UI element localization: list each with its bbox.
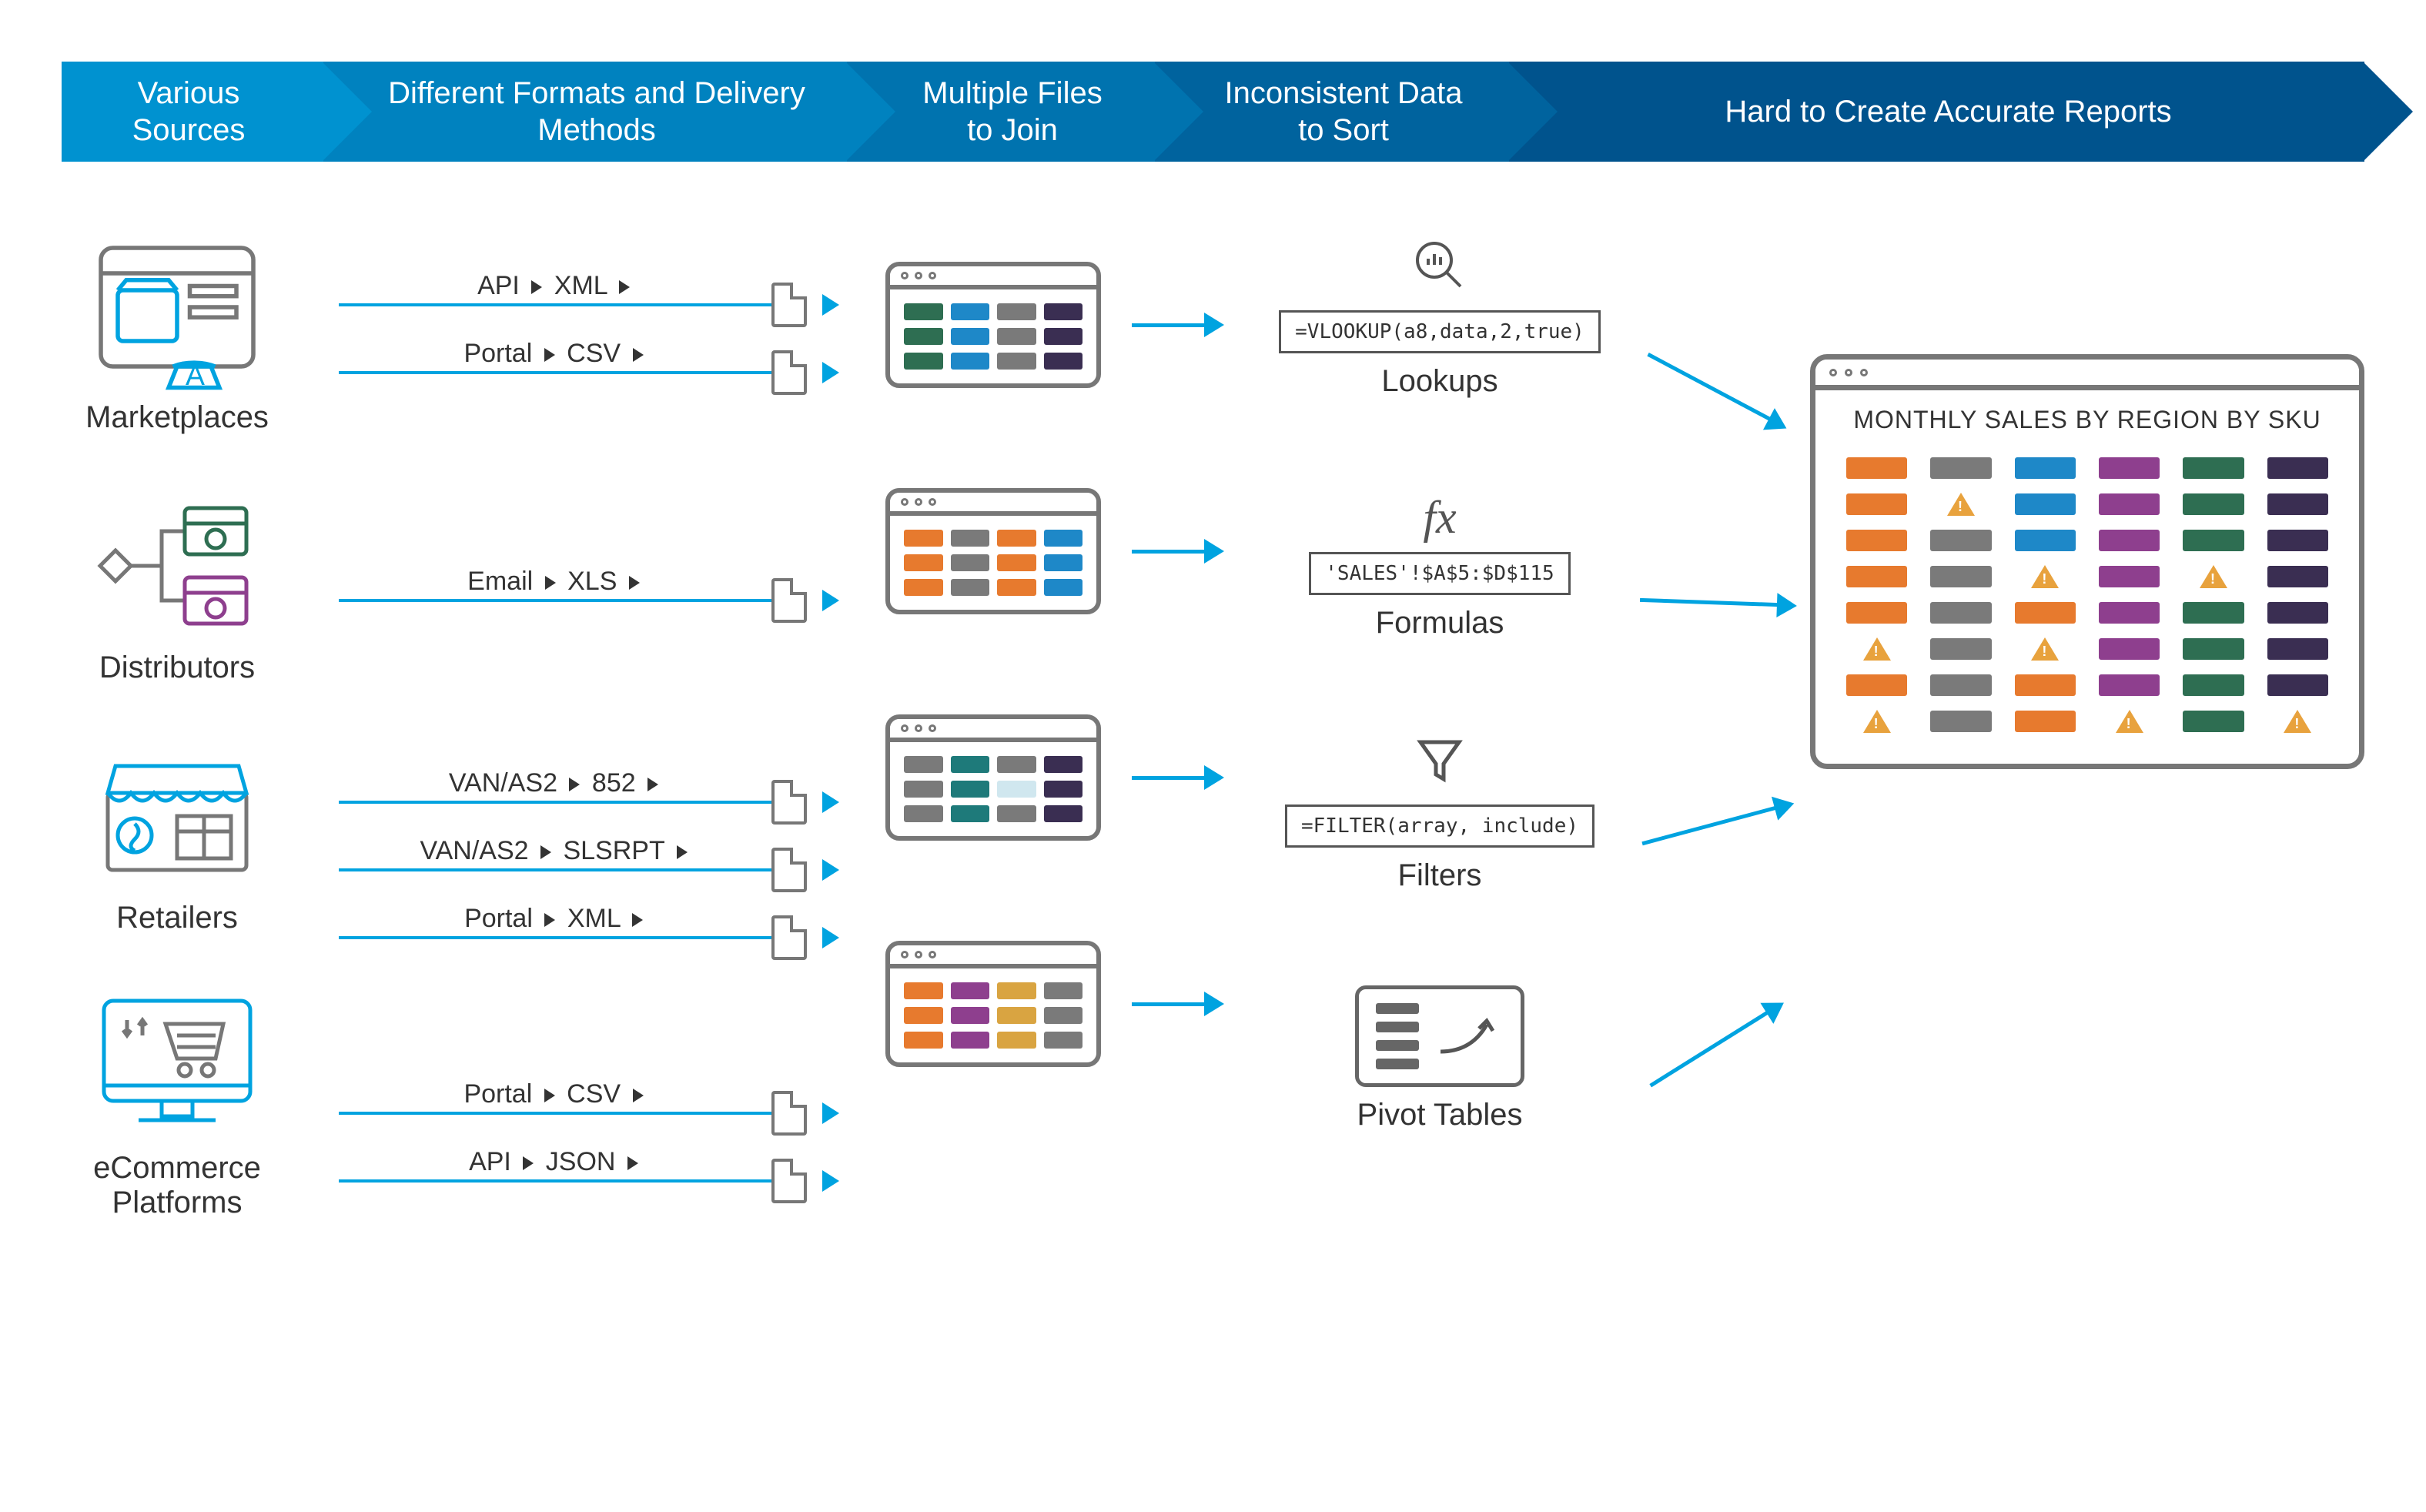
op-formulas: fx 'SALES'!$A$5:$D$115 Formulas xyxy=(1270,491,1609,641)
arrow-icon xyxy=(822,859,839,881)
op-label: Formulas xyxy=(1270,606,1609,641)
formula-box: 'SALES'!$A$5:$D$115 xyxy=(1309,552,1570,595)
arrow-icon xyxy=(1132,992,1224,1016)
data-window xyxy=(885,488,1101,614)
arrow-icon xyxy=(822,294,839,316)
arrow-icon xyxy=(822,590,839,611)
arrow-icon xyxy=(1641,806,1776,845)
grids-column xyxy=(885,262,1224,1067)
arrow-icon xyxy=(1132,539,1224,564)
file-icon xyxy=(771,283,807,327)
source-label: Marketplaces xyxy=(62,400,293,435)
arrow-icon xyxy=(1647,353,1771,421)
step-reports: Hard to Create Accurate Reports xyxy=(1509,62,2364,162)
arrow-icon xyxy=(1132,313,1224,337)
diagram-body: A Marketplaces Dist xyxy=(62,239,2364,1247)
operations-column: =VLOOKUP(a8,data,2,true) Lookups fx 'SAL… xyxy=(1270,239,1609,1132)
data-window xyxy=(885,262,1101,388)
ecommerce-icon xyxy=(92,989,262,1143)
step-inconsistent: Inconsistent Data to Sort xyxy=(1155,62,1509,162)
marketplace-icon: A xyxy=(92,239,262,393)
warning-icon xyxy=(2284,710,2311,733)
arrow-icon xyxy=(1640,598,1779,607)
fx-icon: fx xyxy=(1270,491,1609,544)
file-icon xyxy=(771,350,807,395)
source-label: Retailers xyxy=(62,901,293,935)
warning-icon xyxy=(1947,493,1975,516)
step-formats: Different Formats and Delivery Methods xyxy=(323,62,847,162)
fmt-portal-xml: Portal XML xyxy=(339,915,839,960)
file-icon xyxy=(771,848,807,892)
file-icon xyxy=(771,578,807,623)
op-label: Lookups xyxy=(1270,364,1609,399)
arrow-icon xyxy=(822,791,839,813)
op-label: Pivot Tables xyxy=(1270,1098,1609,1132)
file-icon xyxy=(771,1091,807,1136)
fmt-api-json: API JSON xyxy=(339,1159,839,1203)
step-various-sources: Various Sources xyxy=(62,62,323,162)
source-label: eCommerce Platforms xyxy=(62,1151,293,1220)
report-column: MONTHLY SALES BY REGION BY SKU xyxy=(1655,239,2364,769)
sources-column: A Marketplaces Dist xyxy=(62,239,293,1220)
process-header: Various Sources Different Formats and De… xyxy=(62,62,2364,162)
arrow-icon xyxy=(1132,765,1224,790)
fmt-portal-csv: Portal CSV xyxy=(339,350,839,395)
funnel-icon xyxy=(1270,733,1609,797)
warning-icon xyxy=(2031,565,2059,588)
fmt-portal-csv2: Portal CSV xyxy=(339,1091,839,1136)
op-lookups: =VLOOKUP(a8,data,2,true) Lookups xyxy=(1270,239,1609,399)
arrow-icon xyxy=(1649,1011,1768,1088)
arrow-icon xyxy=(822,1102,839,1124)
warning-icon xyxy=(2116,710,2143,733)
retailers-icon xyxy=(92,739,262,893)
formula-box: =FILTER(array, include) xyxy=(1285,805,1594,848)
fmt-api-xml: API XML xyxy=(339,283,839,327)
warning-icon xyxy=(2031,637,2059,661)
warning-icon xyxy=(1863,637,1891,661)
fmt-email-xls: Email XLS xyxy=(339,578,839,623)
arrow-icon xyxy=(822,927,839,948)
data-window xyxy=(885,941,1101,1067)
source-retailers: Retailers xyxy=(62,739,293,935)
source-distributors: Distributors xyxy=(62,489,293,685)
source-marketplaces: A Marketplaces xyxy=(62,239,293,435)
report-window: MONTHLY SALES BY REGION BY SKU xyxy=(1810,354,2364,769)
fmt-van-slsrpt: VAN/AS2 SLSRPT xyxy=(339,848,839,892)
formula-box: =VLOOKUP(a8,data,2,true) xyxy=(1279,310,1601,353)
pivot-icon xyxy=(1355,985,1524,1087)
warning-icon xyxy=(1863,710,1891,733)
report-grid xyxy=(1815,442,2359,764)
file-icon xyxy=(771,915,807,960)
op-label: Filters xyxy=(1270,858,1609,893)
formats-column: API XML Portal CSV Email XLS VAN/AS2 852 xyxy=(339,239,839,1247)
report-title: MONTHLY SALES BY REGION BY SKU xyxy=(1815,390,2359,442)
op-filters: =FILTER(array, include) Filters xyxy=(1270,733,1609,893)
warning-icon xyxy=(2200,565,2227,588)
file-icon xyxy=(771,1159,807,1203)
distributors-icon xyxy=(92,489,262,643)
file-icon xyxy=(771,780,807,825)
arrow-icon xyxy=(822,1170,839,1192)
op-pivot: Pivot Tables xyxy=(1270,985,1609,1132)
data-window xyxy=(885,714,1101,841)
magnify-chart-icon xyxy=(1270,239,1609,303)
source-ecommerce: eCommerce Platforms xyxy=(62,989,293,1220)
fmt-van-852: VAN/AS2 852 xyxy=(339,780,839,825)
svg-text:A: A xyxy=(186,359,205,391)
arrow-icon xyxy=(822,362,839,383)
source-label: Distributors xyxy=(62,651,293,685)
